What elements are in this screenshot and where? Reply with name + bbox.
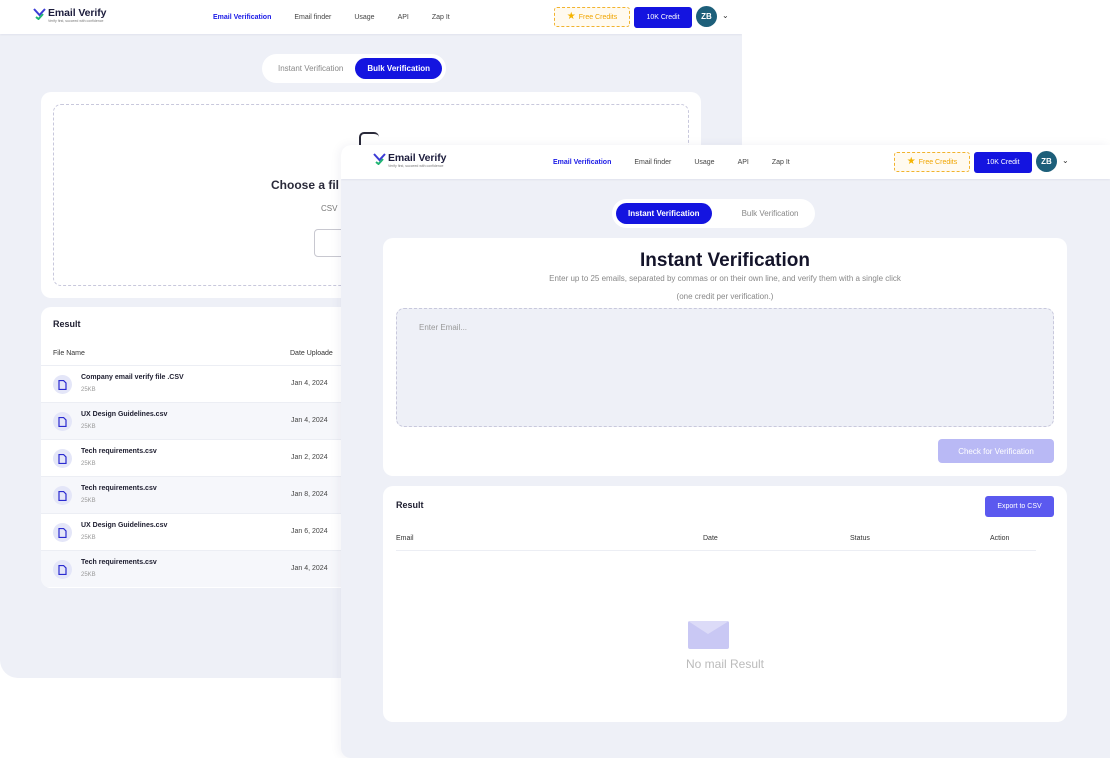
free-credits-button[interactable]: ★ Free Credits [894,152,970,172]
file-date: Jan 4, 2024 [291,417,328,424]
file-name: UX Design Guidelines.csv [81,522,168,529]
free-credits-label: Free Credits [918,158,958,166]
file-name: Company email verify file .CSV [81,374,184,381]
nav-usage[interactable]: Usage [354,14,374,21]
document-icon [53,449,72,468]
upload-subtitle: CSV [321,204,338,213]
empty-state-text: No mail Result [685,657,765,671]
col-date-uploaded: Date Uploade [290,350,333,357]
nav-api[interactable]: API [738,159,749,166]
nav-email-verification[interactable]: Email Verification [213,14,271,21]
nav-email-finder[interactable]: Email finder [634,159,671,166]
file-size: 25KB [81,461,96,467]
logo-name: Email Verify [388,152,447,164]
nav-usage[interactable]: Usage [694,159,714,166]
tab-bulk-verification[interactable]: Bulk Verification [355,58,443,79]
main-nav: Email Verification Email finder Usage AP… [213,0,450,34]
nav-email-finder[interactable]: Email finder [294,14,331,21]
tab-bulk-verification[interactable]: Bulk Verification [730,203,811,224]
verification-tabs: Instant Verification Bulk Verification [612,199,815,228]
file-name: Tech requirements.csv [81,559,157,566]
app-logo[interactable]: Email Verify Verify first, succeed with … [33,8,106,23]
col-action: Action [990,535,1010,542]
tab-instant-verification[interactable]: Instant Verification [266,58,355,79]
col-date: Date [703,535,718,542]
logo-name: Email Verify [48,7,107,19]
file-size: 25KB [81,572,96,578]
col-file-name: File Name [53,350,85,357]
star-icon: ★ [906,156,916,167]
avatar[interactable]: ZB [1036,151,1057,172]
col-email: Email [396,535,414,542]
top-navbar: Email Verify Verify first, succeed with … [0,0,742,34]
col-status: Status [850,535,870,542]
file-date: Jan 6, 2024 [291,528,328,535]
free-credits-button[interactable]: ★ Free Credits [554,7,630,27]
document-icon [53,412,72,431]
tab-instant-verification[interactable]: Instant Verification [616,203,712,224]
file-size: 25KB [81,498,96,504]
nav-zap-it[interactable]: Zap It [432,14,450,21]
check-verification-button[interactable]: Check for Verification [938,439,1054,463]
logo-tagline: Verify first, succeed with confidence [48,19,104,23]
document-icon [53,486,72,505]
page-subtitle: Enter up to 25 emails, separated by comm… [549,274,901,283]
file-size: 25KB [81,424,96,430]
credit-note: (one credit per verification.) [676,292,774,301]
logo-tagline: Verify first, succeed with confidence [388,164,444,168]
document-icon [53,523,72,542]
file-name: Tech requirements.csv [81,448,157,455]
file-date: Jan 4, 2024 [291,565,328,572]
file-name: Tech requirements.csv [81,485,157,492]
nav-email-verification[interactable]: Email Verification [553,159,611,166]
page-title: Instant Verification [640,250,810,271]
instant-result-card: Result Export to CSV Email Date Status A… [383,486,1067,722]
result-title: Result [53,319,81,329]
upload-title: Choose a fil [271,178,340,192]
document-icon [53,375,72,394]
instant-verification-window: Email Verify Verify first, succeed with … [341,145,1110,758]
file-name: UX Design Guidelines.csv [81,411,168,418]
file-size: 25KB [81,535,96,541]
credit-button[interactable]: 10K Credit [634,7,692,28]
nav-api[interactable]: API [398,14,409,21]
file-date: Jan 2, 2024 [291,454,328,461]
avatar[interactable]: ZB [696,6,717,27]
file-size: 25KB [81,387,96,393]
chevron-down-icon[interactable]: ⌄ [1062,156,1069,165]
file-date: Jan 8, 2024 [291,491,328,498]
logo-icon [373,153,386,165]
email-input[interactable] [396,308,1054,427]
mail-icon [688,621,729,649]
document-icon [53,560,72,579]
top-navbar: Email Verify Verify first, succeed with … [341,145,1110,179]
nav-zap-it[interactable]: Zap It [772,159,790,166]
free-credits-label: Free Credits [578,13,618,21]
app-logo[interactable]: Email Verify Verify first, succeed with … [373,153,446,168]
table-header-divider [396,550,1036,551]
chevron-down-icon[interactable]: ⌄ [722,11,729,20]
star-icon: ★ [566,11,576,22]
result-title: Result [396,500,424,510]
file-date: Jan 4, 2024 [291,380,328,387]
logo-icon [33,8,46,20]
verification-tabs: Instant Verification Bulk Verification [262,54,447,83]
main-nav: Email Verification Email finder Usage AP… [553,145,790,179]
credit-button[interactable]: 10K Credit [974,152,1032,173]
export-csv-button[interactable]: Export to CSV [985,496,1054,517]
instant-verification-card: Instant Verification Enter up to 25 emai… [383,238,1067,476]
